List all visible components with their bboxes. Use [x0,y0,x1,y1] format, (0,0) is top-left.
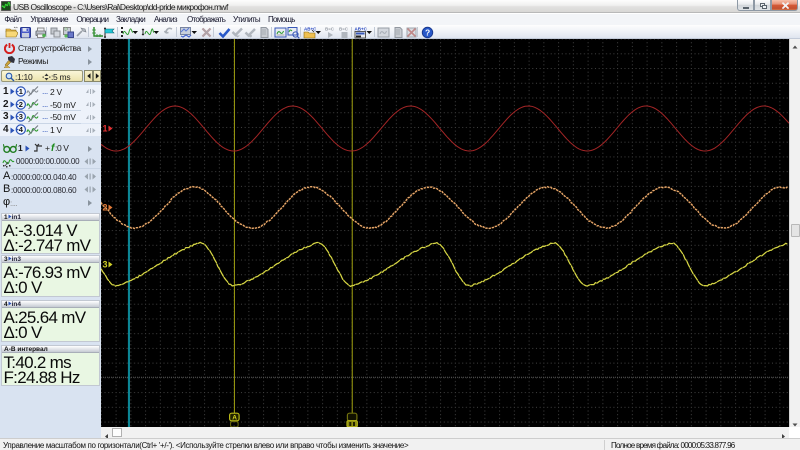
svg-text:3: 3 [19,112,23,121]
svg-text:1: 1 [19,87,23,96]
svg-text:A: A [232,414,237,421]
svg-text:В»С: В»С [325,27,335,32]
svg-text:3: 3 [103,260,108,270]
svg-text:?: ? [425,28,430,38]
svg-text:2: 2 [19,100,23,109]
svg-text:2: 2 [103,203,108,213]
svg-text:1: 1 [103,124,108,134]
svg-text:В»С: В»С [339,27,349,32]
